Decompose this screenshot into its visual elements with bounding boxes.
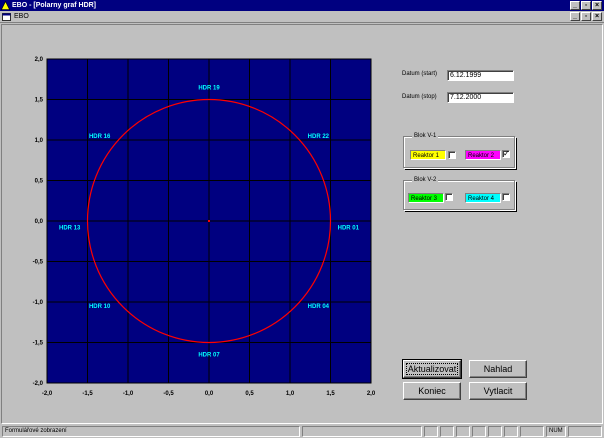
- status-panel-8: [568, 426, 602, 437]
- reaktor-1-checkbox[interactable]: [448, 151, 456, 159]
- y-tick-label: -1,0: [33, 300, 44, 306]
- start-date-input[interactable]: 6.12.1999: [447, 70, 514, 81]
- reaktor-4-label: Reaktor 4: [465, 193, 501, 203]
- restore-button[interactable]: ▫: [581, 1, 591, 10]
- hdr-label: HDR 13: [59, 225, 81, 231]
- reaktor-2-label: Reaktor 2: [465, 150, 501, 160]
- status-panel-6: [504, 426, 518, 437]
- y-tick-label: -1,5: [33, 341, 44, 347]
- title-bar: EBO - [Polarny graf HDR] _ ▫ ×: [0, 0, 604, 11]
- menu-bar: EBO _ ▫ ×: [0, 11, 604, 23]
- minimize-button[interactable]: _: [570, 1, 580, 10]
- mdi-close-button[interactable]: ×: [592, 12, 602, 21]
- status-bar: Formulářové zobrazení NUM: [0, 424, 604, 438]
- blok-v2-group: Blok V-2 Reaktor 3 Reaktor 4: [403, 176, 515, 210]
- status-panel-3: [456, 426, 470, 437]
- reaktor-3-checkbox[interactable]: [445, 193, 453, 201]
- status-panel-1: [424, 426, 438, 437]
- hdr-label: HDR 07: [198, 353, 220, 359]
- blok-v1-title: Blok V-1: [412, 132, 439, 140]
- blok-v1-shadow-bottom: [405, 168, 517, 170]
- reaktor-1-label: Reaktor 1: [410, 150, 446, 160]
- blok-v2-shadow-bottom: [405, 210, 517, 212]
- close-button[interactable]: ×: [592, 1, 602, 10]
- y-tick-label: 1,0: [35, 138, 44, 144]
- hdr-label: HDR 16: [89, 134, 111, 140]
- mdi-minimize-button[interactable]: _: [570, 12, 580, 21]
- app-icon: [1, 1, 10, 10]
- y-tick-label: 0,5: [35, 179, 44, 185]
- hdr-label: HDR 04: [308, 304, 330, 310]
- x-tick-label: 1,0: [286, 391, 295, 397]
- koniec-button[interactable]: Koniec: [403, 382, 461, 400]
- stop-date-label: Datum (stop): [402, 94, 437, 100]
- status-text: Formulářové zobrazení: [2, 426, 300, 437]
- window-title: EBO - [Polarny graf HDR]: [12, 2, 97, 9]
- status-panel-2: [440, 426, 454, 437]
- polar-chart: -2,0 -1,5 -1,0 -0,5 0,0 0,5 1,0 1,5 2,0 2,0 1,5 1,0…: [33, 57, 376, 397]
- status-panel-blank: [302, 426, 422, 437]
- aktualizovat-button[interactable]: Aktualizovat: [402, 359, 462, 379]
- blok-v1-group: Blok V-1 Reaktor 1 Reaktor 2 ✓: [403, 132, 515, 168]
- hdr-label: HDR 10: [89, 304, 111, 310]
- status-panel-4: [472, 426, 486, 437]
- stop-date-input[interactable]: 7.12.2000: [447, 92, 514, 103]
- hdr-label: HDR 19: [198, 85, 220, 91]
- y-tick-label: 2,0: [35, 57, 44, 63]
- center-marker: [208, 220, 210, 222]
- x-tick-label: -1,5: [82, 391, 93, 397]
- x-tick-label: -1,0: [123, 391, 134, 397]
- reaktor-4-checkbox[interactable]: [502, 193, 510, 201]
- x-tick-label: 0,0: [205, 391, 214, 397]
- x-tick-label: -2,0: [42, 391, 53, 397]
- start-date-label: Datum (start): [402, 71, 438, 77]
- menu-ebo[interactable]: EBO: [14, 13, 29, 20]
- x-tick-label: 1,5: [326, 391, 335, 397]
- x-tick-label: 2,0: [367, 391, 376, 397]
- x-tick-label: -0,5: [163, 391, 174, 397]
- blok-v2-title: Blok V-2: [412, 176, 439, 184]
- aktualizovat-button-label: Aktualizovat: [405, 363, 459, 375]
- y-tick-label: 0,0: [35, 219, 44, 225]
- blok-v1-shadow: [515, 138, 517, 169]
- mdi-restore-button[interactable]: ▫: [581, 12, 591, 21]
- hdr-label: HDR 22: [308, 134, 330, 140]
- y-tick-label: -2,0: [33, 381, 44, 387]
- y-tick-label: -0,5: [33, 260, 44, 266]
- y-tick-label: 1,5: [35, 98, 44, 104]
- status-num: NUM: [546, 426, 566, 437]
- status-panel-5: [488, 426, 502, 437]
- document-icon[interactable]: [2, 13, 11, 21]
- reaktor-2-checkbox[interactable]: ✓: [502, 150, 510, 158]
- nahlad-button[interactable]: Nahlad: [469, 360, 527, 378]
- vytlacit-button[interactable]: Vytlacit: [469, 382, 527, 400]
- blok-v2-shadow: [515, 182, 517, 212]
- form-area: -2,0 -1,5 -1,0 -0,5 0,0 0,5 1,0 1,5 2,0 2,0 1,5 1,0…: [1, 24, 603, 424]
- hdr-label: HDR 01: [338, 225, 360, 231]
- reaktor-3-label: Reaktor 3: [408, 193, 444, 203]
- x-tick-label: 0,5: [245, 391, 254, 397]
- status-panel-7: [520, 426, 544, 437]
